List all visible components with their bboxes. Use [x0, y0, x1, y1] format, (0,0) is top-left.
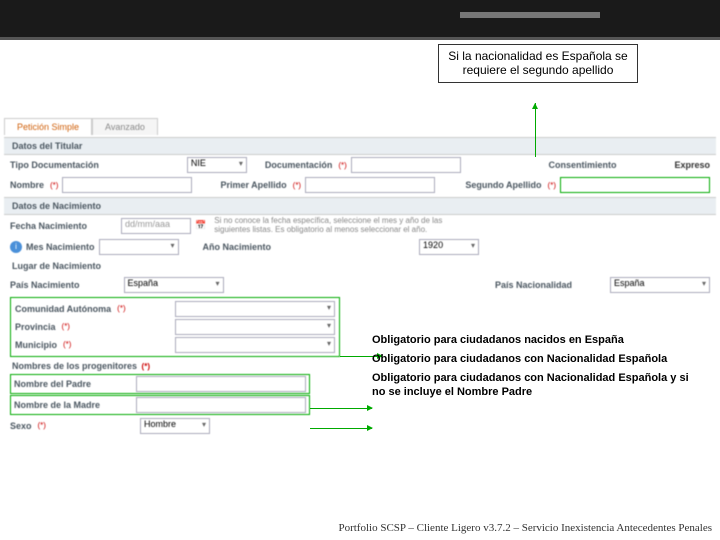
callout-obligatorio-madre: Obligatorio para ciudadanos con Nacional…: [372, 372, 698, 398]
lbl-fecha-nacimiento: Fecha Nacimiento: [10, 221, 87, 231]
calendar-icon[interactable]: [195, 220, 206, 231]
slide-top-bar: [0, 0, 720, 40]
callouts-region: Obligatorio para ciudadanos nacidos en E…: [372, 334, 698, 405]
lbl-tipo-documentacion: Tipo Documentación: [10, 160, 99, 170]
select-tipo-documentacion[interactable]: NIE: [187, 157, 247, 173]
lbl-provincia: Provincia: [15, 322, 56, 332]
lbl-sexo: Sexo: [10, 421, 32, 431]
select-mes-nacimiento[interactable]: [99, 239, 179, 255]
input-documentacion[interactable]: [351, 157, 461, 173]
lbl-nombre-madre: Nombre de la Madre: [14, 400, 100, 410]
lbl-consentimiento: Consentimiento: [548, 160, 616, 170]
tabs: Petición Simple Avanzado: [4, 118, 716, 135]
info-icon: i: [10, 241, 22, 253]
section-datos-titular: Datos del Titular: [4, 137, 716, 155]
callout-obligatorio-nacidos: Obligatorio para ciudadanos nacidos en E…: [372, 334, 698, 347]
lbl-pais-nacimiento: País Nacimiento: [10, 280, 80, 290]
input-nombre-padre[interactable]: [136, 376, 306, 392]
consentimiento-value: Expreso: [674, 160, 710, 170]
lbl-ano-nacimiento: Año Nacimiento: [203, 242, 272, 252]
footer-text: Portfolio SCSP – Cliente Ligero v3.7.2 –…: [338, 522, 712, 534]
input-nombre[interactable]: [62, 177, 192, 193]
lbl-mes-nacimiento: Mes Nacimiento: [26, 242, 95, 252]
select-ano-nacimiento[interactable]: 1920: [419, 239, 479, 255]
select-municipio[interactable]: [175, 337, 335, 353]
arrow-padre: [310, 408, 372, 409]
lbl-primer-apellido: Primer Apellido: [220, 180, 286, 190]
lbl-nombre-padre: Nombre del Padre: [14, 379, 91, 389]
section-datos-nacimiento: Datos de Nacimiento: [4, 197, 716, 215]
select-provincia[interactable]: [175, 319, 335, 335]
callout-segundo-apellido: Si la nacionalidad es Española se requie…: [438, 44, 638, 83]
hint-fecha: Si no conoce la fecha específica, selecc…: [214, 217, 474, 235]
input-fecha-nacimiento[interactable]: dd/mm/aaa: [121, 218, 191, 234]
lbl-comunidad: Comunidad Autónoma: [15, 304, 111, 314]
lbl-municipio: Municipio: [15, 340, 57, 350]
arrow-to-segundo-apellido: [535, 103, 536, 157]
arrow-madre: [310, 428, 372, 429]
subsection-lugar-nacimiento: Lugar de Nacimiento: [4, 257, 716, 275]
lbl-pais-nacionalidad: País Nacionalidad: [495, 280, 572, 290]
select-sexo[interactable]: Hombre: [140, 418, 210, 434]
tab-peticion-simple[interactable]: Petición Simple: [4, 118, 92, 135]
callout-obligatorio-nacionalidad: Obligatorio para ciudadanos con Nacional…: [372, 353, 698, 366]
select-pais-nacimiento[interactable]: España: [124, 277, 224, 293]
input-segundo-apellido[interactable]: [560, 177, 710, 193]
lbl-nombre: Nombre: [10, 180, 44, 190]
input-nombre-madre[interactable]: [136, 397, 306, 413]
input-primer-apellido[interactable]: [305, 177, 435, 193]
tab-avanzado[interactable]: Avanzado: [92, 118, 158, 135]
select-pais-nacionalidad[interactable]: España: [610, 277, 710, 293]
select-comunidad[interactable]: [175, 301, 335, 317]
lbl-segundo-apellido: Segundo Apellido: [465, 180, 541, 190]
lbl-documentacion: Documentación: [265, 160, 333, 170]
